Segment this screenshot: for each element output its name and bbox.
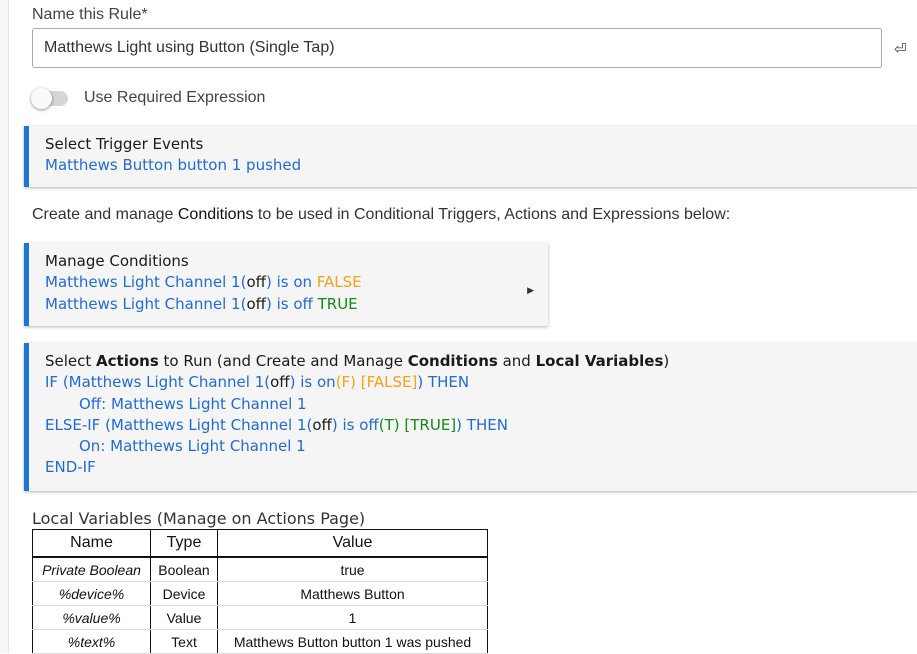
- trigger-events-panel[interactable]: Select Trigger Events Matthews Button bu…: [24, 126, 917, 187]
- intro-conditions-word: Conditions: [177, 206, 254, 223]
- if-test: ) is on: [289, 373, 336, 392]
- elseif-action: On: Matthews Light Channel 1: [79, 437, 306, 456]
- condition-line: Matthews Light Channel 1(off) is off TRU…: [45, 294, 548, 315]
- rule-name-input[interactable]: Matthews Light using Button (Single Tap): [32, 28, 882, 68]
- actions-title-local-variables: Local Variables: [535, 352, 664, 370]
- actions-panel[interactable]: Select Actions to Run (and Create and Ma…: [24, 343, 917, 491]
- actions-title-conditions: Conditions: [407, 352, 498, 370]
- variable-type: Value: [150, 605, 218, 630]
- elseif-eval: (T) [TRUE]: [378, 415, 457, 434]
- left-page-edge: [0, 0, 9, 653]
- end-if: END-IF: [45, 458, 96, 477]
- variable-name: %device%: [32, 581, 151, 606]
- conditions-intro-text: Create and manage Conditions to be used …: [32, 206, 730, 224]
- if-action: Off: Matthews Light Channel 1: [79, 394, 307, 413]
- lv-title-main: Local Variables: [32, 509, 152, 528]
- enter-icon[interactable]: ⏎: [894, 40, 907, 58]
- table-row: %value% Value 1: [32, 605, 488, 630]
- expand-arrow-icon[interactable]: ▶: [527, 281, 534, 302]
- local-variables-table: Name Type Value Private Boolean Boolean …: [32, 529, 488, 654]
- if-eval: (F) [FALSE]: [335, 373, 418, 392]
- lv-subtitle: (Manage on Actions Page): [151, 509, 366, 528]
- table-row: %text% Text Matthews Button button 1 was…: [32, 629, 488, 654]
- if-open: IF (Matthews Light Channel 1(: [45, 373, 271, 392]
- elseif-line: ELSE-IF (Matthews Light Channel 1(off) i…: [45, 415, 917, 436]
- condition-result: FALSE: [316, 273, 362, 292]
- actions-title-prefix: Select: [45, 352, 97, 370]
- table-header-row: Name Type Value: [32, 529, 488, 558]
- variable-type: Boolean: [150, 557, 218, 582]
- table-row: Private Boolean Boolean true: [32, 557, 488, 582]
- condition-line: Matthews Light Channel 1(off) is on FALS…: [45, 272, 548, 293]
- condition-result: TRUE: [317, 294, 358, 313]
- actions-title-suffix: ): [663, 352, 670, 370]
- column-header-value: Value: [217, 529, 488, 558]
- elseif-test: ) is off: [331, 415, 379, 434]
- elseif-state: off: [312, 415, 332, 434]
- condition-device: Matthews Light Channel 1(: [45, 273, 247, 292]
- local-variables-title: Local Variables (Manage on Actions Page): [32, 509, 365, 528]
- rule-name-label: Name this Rule*: [32, 6, 148, 23]
- required-expression-toggle[interactable]: [31, 88, 68, 109]
- column-header-type: Type: [150, 529, 218, 558]
- variable-value: Matthews Button: [217, 581, 488, 606]
- trigger-panel-title: Select Trigger Events: [45, 135, 204, 153]
- trigger-event-line: Matthews Button button 1 pushed: [45, 156, 302, 175]
- actions-title-middle: to Run (and Create and Manage: [158, 352, 408, 370]
- variable-value: 1: [217, 605, 488, 630]
- intro-before: Create and manage: [32, 206, 178, 223]
- variable-name: Private Boolean: [32, 557, 151, 582]
- actions-panel-title: Select Actions to Run (and Create and Ma…: [45, 351, 917, 372]
- if-close: ) THEN: [417, 373, 470, 392]
- elseif-open: ELSE-IF (Matthews Light Channel 1(: [45, 415, 313, 434]
- if-state: off: [270, 373, 290, 392]
- column-header-name: Name: [32, 529, 151, 558]
- condition-device: Matthews Light Channel 1(: [45, 294, 247, 313]
- condition-state: off: [246, 273, 266, 292]
- condition-test: ) is on: [265, 273, 317, 292]
- variable-type: Device: [150, 581, 218, 606]
- variable-value: Matthews Button button 1 was pushed: [217, 629, 488, 654]
- required-expression-label: Use Required Expression: [84, 89, 266, 106]
- condition-test: ) is off: [265, 294, 318, 313]
- condition-state: off: [246, 294, 266, 313]
- variable-name: %text%: [32, 629, 151, 654]
- table-row: %device% Device Matthews Button: [32, 581, 488, 606]
- variable-value: true: [217, 557, 488, 582]
- elseif-close: ) THEN: [456, 415, 508, 434]
- variable-name: %value%: [32, 605, 151, 630]
- actions-title-actions: Actions: [96, 352, 159, 370]
- intro-after: to be used in Conditional Triggers, Acti…: [253, 206, 731, 223]
- variable-type: Text: [150, 629, 218, 654]
- toggle-knob[interactable]: [31, 88, 52, 109]
- conditions-panel-title: Manage Conditions: [45, 252, 189, 270]
- actions-title-and: and: [497, 352, 536, 370]
- if-line: IF (Matthews Light Channel 1(off) is on(…: [45, 372, 917, 393]
- manage-conditions-panel[interactable]: Manage Conditions Matthews Light Channel…: [24, 243, 548, 326]
